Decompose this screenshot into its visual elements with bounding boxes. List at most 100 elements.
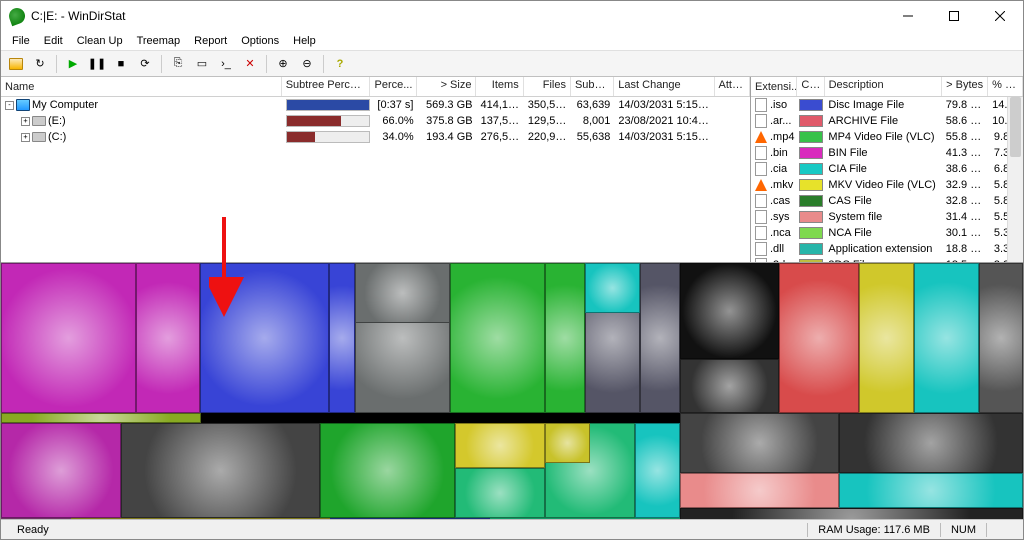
zoomout-button[interactable]: ⊖: [296, 53, 318, 75]
tree-header[interactable]: Attri...: [715, 77, 750, 96]
menu-report[interactable]: Report: [187, 33, 234, 49]
treemap-block[interactable]: [640, 263, 680, 413]
treemap-block[interactable]: [200, 263, 330, 413]
treemap-block[interactable]: [136, 263, 200, 413]
ext-row[interactable]: .isoDisc Image File79.8 GB14.0%: [751, 97, 1023, 113]
subtree-bar: [282, 99, 370, 111]
cmd-button[interactable]: ›_: [215, 53, 237, 75]
treemap-block[interactable]: [450, 263, 545, 413]
treemap-block[interactable]: [779, 263, 859, 413]
color-swatch: [799, 163, 823, 175]
ext-desc: Application extension: [824, 243, 941, 255]
ext-header[interactable]: Col...: [797, 77, 824, 96]
treemap-block[interactable]: [490, 518, 680, 519]
explorer-button[interactable]: ▭: [191, 53, 213, 75]
treemap-block[interactable]: [545, 423, 590, 463]
tree-items: 414,163: [476, 99, 523, 111]
menu-options[interactable]: Options: [234, 33, 286, 49]
treemap-block[interactable]: [839, 473, 1023, 508]
treemap-block[interactable]: [1, 263, 136, 413]
ext-row[interactable]: .mkvMKV Video File (VLC)32.9 GB5.8%: [751, 177, 1023, 193]
tree-row[interactable]: -My Computer[0:37 s]569.3 GB414,163350,5…: [1, 97, 750, 113]
ext-label: .ar...: [770, 115, 791, 127]
ext-row[interactable]: .mp4MP4 Video File (VLC)55.8 GB9.8%: [751, 129, 1023, 145]
treemap-block[interactable]: [121, 423, 321, 518]
tree-row-label: (C:): [48, 131, 66, 143]
menu-file[interactable]: File: [5, 33, 37, 49]
tree-header[interactable]: > Size: [417, 77, 476, 96]
treemap-block[interactable]: [320, 423, 455, 518]
menu-clean-up[interactable]: Clean Up: [70, 33, 130, 49]
refresh-button[interactable]: ↻: [29, 53, 51, 75]
treemap-block[interactable]: [680, 508, 1023, 519]
ext-desc: NCA File: [824, 227, 941, 239]
treemap-block[interactable]: [585, 263, 640, 313]
treemap-block[interactable]: [680, 263, 780, 359]
treemap-block[interactable]: [1, 413, 201, 423]
treemap-block[interactable]: [859, 263, 914, 413]
menu-help[interactable]: Help: [286, 33, 323, 49]
tree-header[interactable]: Subtree Percent...: [282, 77, 370, 96]
tree-row[interactable]: +(E:)66.0%375.8 GB137,577129,5768,00123/…: [1, 113, 750, 129]
tree-files: 350,524: [524, 99, 571, 111]
treemap-block[interactable]: [329, 263, 355, 413]
ext-row[interactable]: .3ds3DS File18.5 GB3.2%: [751, 257, 1023, 262]
tree-header[interactable]: Perce...: [370, 77, 417, 96]
tree-header[interactable]: Name: [1, 77, 282, 96]
pause-button[interactable]: ❚❚: [86, 53, 108, 75]
treemap-block[interactable]: [355, 263, 450, 323]
tree-header[interactable]: Last Change: [614, 77, 714, 96]
treemap-block[interactable]: [635, 423, 680, 518]
treemap-block[interactable]: [680, 359, 780, 413]
ext-row[interactable]: .ncaNCA File30.1 GB5.3%: [751, 225, 1023, 241]
ext-body[interactable]: .isoDisc Image File79.8 GB14.0%.ar...ARC…: [751, 97, 1023, 262]
tree-header[interactable]: Items: [476, 77, 523, 96]
ext-row[interactable]: .binBIN File41.3 GB7.3%: [751, 145, 1023, 161]
ext-header[interactable]: Extensi...: [751, 77, 797, 96]
ext-header[interactable]: Description: [825, 77, 942, 96]
ext-row[interactable]: .dllApplication extension18.8 GB3.3%: [751, 241, 1023, 257]
treemap-block[interactable]: [1, 518, 71, 519]
rescan-button[interactable]: ⟳: [134, 53, 156, 75]
copy-button[interactable]: ⎘: [167, 53, 189, 75]
minimize-button[interactable]: [885, 1, 931, 31]
close-button[interactable]: [977, 1, 1023, 31]
treemap-block[interactable]: [839, 413, 1023, 473]
treemap-block[interactable]: [979, 263, 1023, 413]
help-button[interactable]: ?: [329, 53, 351, 75]
ext-header[interactable]: > Bytes: [942, 77, 988, 96]
tree-body[interactable]: -My Computer[0:37 s]569.3 GB414,163350,5…: [1, 97, 750, 262]
zoomin-button[interactable]: ⊕: [272, 53, 294, 75]
treemap-block[interactable]: [455, 468, 545, 518]
treemap-block[interactable]: [680, 413, 840, 473]
ext-row[interactable]: .casCAS File32.8 GB5.8%: [751, 193, 1023, 209]
treemap[interactable]: [1, 263, 1023, 519]
ext-header[interactable]: % By...: [988, 77, 1023, 96]
treemap-block[interactable]: [914, 263, 979, 413]
menu-edit[interactable]: Edit: [37, 33, 70, 49]
color-swatch: [799, 99, 823, 111]
ext-row[interactable]: .ar...ARCHIVE File58.6 GB10.3%: [751, 113, 1023, 129]
treemap-block[interactable]: [455, 423, 545, 468]
treemap-block[interactable]: [1, 423, 121, 518]
run-button[interactable]: ▶: [62, 53, 84, 75]
treemap-block[interactable]: [71, 518, 330, 519]
treemap-block[interactable]: [680, 473, 840, 508]
stop-button[interactable]: ■: [110, 53, 132, 75]
tree-header[interactable]: Files: [524, 77, 571, 96]
ext-row[interactable]: .ciaCIA File38.6 GB6.8%: [751, 161, 1023, 177]
delete-button[interactable]: ✕: [239, 53, 261, 75]
collapse-icon[interactable]: -: [5, 101, 14, 110]
treemap-block[interactable]: [545, 263, 585, 413]
ext-scrollbar[interactable]: [1007, 97, 1023, 262]
expand-icon[interactable]: +: [21, 133, 30, 142]
ext-row[interactable]: .sysSystem file31.4 GB5.5%: [751, 209, 1023, 225]
expand-icon[interactable]: +: [21, 117, 30, 126]
window-title: C:|E: - WinDirStat: [31, 9, 885, 23]
tree-row[interactable]: +(C:)34.0%193.4 GB276,586220,94855,63814…: [1, 129, 750, 145]
treemap-block[interactable]: [330, 518, 490, 519]
maximize-button[interactable]: [931, 1, 977, 31]
tree-header[interactable]: Subdirs: [571, 77, 614, 96]
open-button[interactable]: [5, 53, 27, 75]
menu-treemap[interactable]: Treemap: [130, 33, 188, 49]
